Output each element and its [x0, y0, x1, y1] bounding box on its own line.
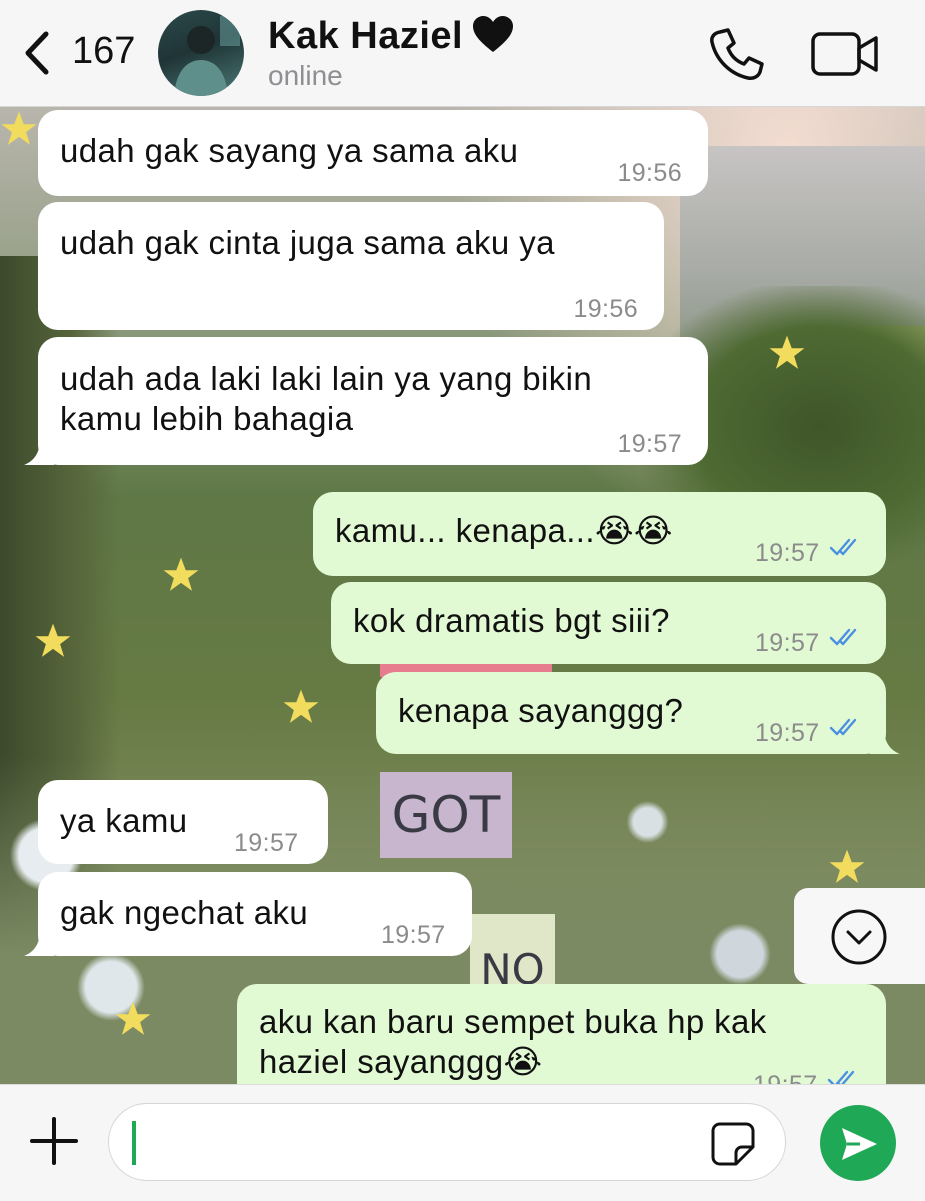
bubble-tail: [24, 930, 54, 956]
read-receipt-icon: [829, 538, 857, 556]
bubble-tail: [24, 439, 54, 465]
chat-header: 167 Kak Haziel online: [0, 0, 925, 107]
message-bubble-incoming[interactable]: ya kamu 19:57: [38, 780, 328, 864]
read-receipt-icon: [829, 718, 857, 736]
star-icon: [162, 556, 200, 594]
black-heart-icon: [473, 16, 514, 52]
contact-avatar[interactable]: [158, 10, 244, 96]
message-time: 19:57: [755, 719, 820, 747]
message-composer: [0, 1084, 925, 1201]
message-text: kenapa sayanggg?: [398, 692, 684, 729]
back-chevron-icon[interactable]: [18, 28, 58, 78]
message-bubble-incoming[interactable]: udah gak sayang ya sama aku 19:56: [38, 110, 708, 196]
message-text: ya kamu: [60, 802, 188, 839]
star-icon: [34, 622, 72, 660]
message-bubble-outgoing[interactable]: kamu... kenapa...😭😭 19:57: [313, 492, 886, 576]
text-caret: [132, 1121, 136, 1165]
star-icon: [768, 334, 806, 372]
scroll-to-bottom-button[interactable]: [794, 888, 925, 984]
phone-call-icon[interactable]: [708, 26, 766, 82]
message-time: 19:56: [573, 295, 638, 323]
star-icon: [0, 110, 38, 148]
read-receipt-icon: [829, 628, 857, 646]
message-text: udah ada laki laki lain ya yang bikin ka…: [60, 360, 593, 437]
contact-name[interactable]: Kak Haziel: [268, 14, 515, 58]
message-text: kamu... kenapa...😭😭: [335, 512, 673, 549]
message-text: udah gak cinta juga sama aku ya: [60, 224, 555, 261]
message-text: aku kan baru sempet buka hp kak haziel s…: [259, 1003, 767, 1080]
message-bubble-incoming[interactable]: udah ada laki laki lain ya yang bikin ka…: [24, 337, 708, 465]
video-call-icon[interactable]: [810, 30, 880, 78]
message-time: 19:57: [755, 629, 820, 657]
message-text: kok dramatis bgt siii?: [353, 602, 670, 639]
message-bubble-incoming[interactable]: udah gak cinta juga sama aku ya 19:56: [38, 202, 664, 330]
message-input[interactable]: [108, 1103, 786, 1181]
message-time: 19:57: [234, 829, 299, 857]
message-bubble-outgoing[interactable]: kenapa sayanggg? 19:57: [376, 672, 900, 754]
message-time: 19:57: [755, 539, 820, 567]
wallpaper-sign-got: GOT: [380, 772, 512, 858]
message-bubble-incoming[interactable]: gak ngechat aku 19:57: [24, 872, 472, 956]
contact-status: online: [268, 60, 343, 91]
chevron-down-circle-icon: [831, 909, 887, 965]
plus-icon[interactable]: [28, 1115, 80, 1167]
message-time: 19:56: [617, 159, 682, 187]
message-time: 19:57: [617, 430, 682, 458]
message-text: gak ngechat aku: [60, 894, 309, 931]
send-button[interactable]: [820, 1105, 896, 1181]
sticker-icon[interactable]: [710, 1121, 756, 1167]
wallpaper-sign-no: NO: [470, 914, 555, 994]
contact-name-text[interactable]: Kak Haziel: [268, 15, 463, 57]
star-icon: [114, 1000, 152, 1038]
unread-count[interactable]: 167: [72, 30, 135, 73]
message-time: 19:57: [381, 921, 446, 949]
message-bubble-outgoing[interactable]: kok dramatis bgt siii? 19:57: [331, 582, 886, 664]
star-icon: [828, 848, 866, 886]
star-icon: [282, 688, 320, 726]
send-icon: [842, 1128, 877, 1160]
message-text: udah gak sayang ya sama aku: [60, 132, 519, 169]
bubble-tail: [870, 728, 900, 754]
